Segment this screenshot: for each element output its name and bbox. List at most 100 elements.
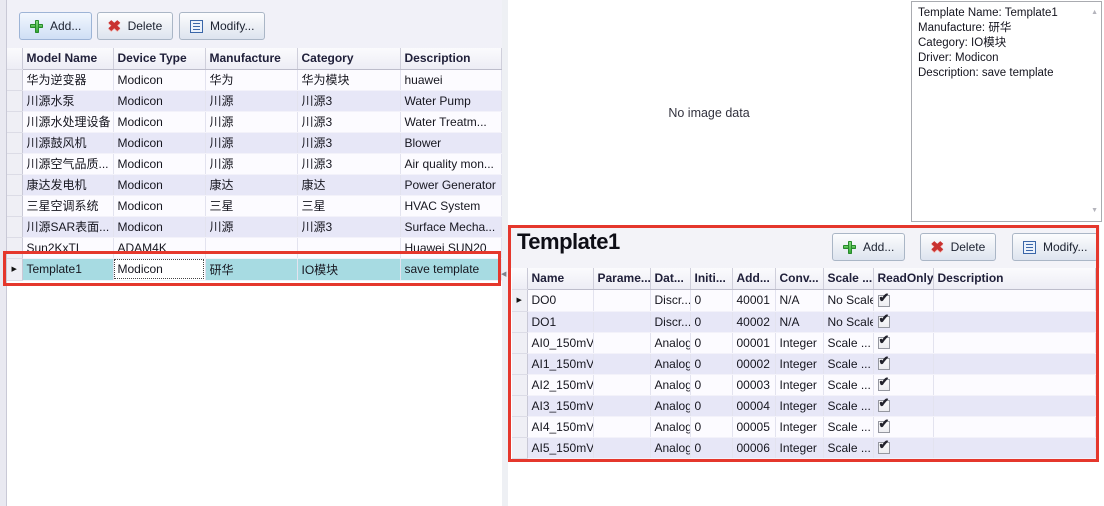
table-cell[interactable]: 川源水处理设备 — [22, 111, 113, 132]
table-row[interactable]: ▶Template1Modicon研华IO模块save template — [7, 258, 501, 280]
table-cell[interactable]: 0 — [690, 289, 732, 311]
table-row[interactable]: Sun2KxTLADAM4KHuawei SUN20 — [7, 237, 501, 258]
row-header-cell[interactable] — [7, 174, 22, 195]
table-cell[interactable]: Scale ... — [823, 416, 873, 437]
row-header-cell[interactable] — [512, 374, 527, 395]
table-cell[interactable] — [933, 311, 1095, 332]
table-cell[interactable]: Modicon — [113, 69, 205, 90]
row-header-cell[interactable] — [512, 353, 527, 374]
table-row[interactable]: AI0_150mVAnalog000001IntegerScale ...✔ — [512, 332, 1095, 353]
table-cell[interactable]: Huawei SUN20 — [400, 237, 501, 258]
table-cell[interactable]: 华为 — [205, 69, 297, 90]
table-cell[interactable]: 川源水泵 — [22, 90, 113, 111]
readonly-checkbox[interactable]: ✔ — [878, 358, 890, 370]
table-row[interactable]: 三星空调系统Modicon三星三星HVAC System — [7, 195, 501, 216]
column-header[interactable]: Device Type — [113, 48, 205, 69]
table-cell[interactable]: Modicon — [113, 174, 205, 195]
table-cell[interactable]: 川源 — [205, 90, 297, 111]
table-cell[interactable]: Scale ... — [823, 437, 873, 458]
column-header[interactable]: Conv... — [775, 268, 823, 289]
table-row[interactable]: 华为逆变器Modicon华为华为模块huawei — [7, 69, 501, 90]
table-cell[interactable] — [593, 332, 650, 353]
add-button[interactable]: Add... — [19, 12, 92, 40]
table-cell[interactable]: AI1_150mV — [527, 353, 593, 374]
table-cell[interactable]: 0 — [690, 416, 732, 437]
table-cell[interactable] — [593, 353, 650, 374]
table-cell[interactable]: Modicon — [113, 90, 205, 111]
table-cell[interactable]: 00004 — [732, 395, 775, 416]
table-cell[interactable]: Water Treatm... — [400, 111, 501, 132]
table-cell[interactable]: 00003 — [732, 374, 775, 395]
table-cell[interactable]: 康达 — [205, 174, 297, 195]
table-cell[interactable] — [933, 416, 1095, 437]
table-row[interactable]: AI2_150mVAnalog000003IntegerScale ...✔ — [512, 374, 1095, 395]
table-cell[interactable] — [933, 437, 1095, 458]
table-cell[interactable]: Analog — [650, 437, 690, 458]
row-header-cell[interactable] — [512, 437, 527, 458]
table-cell[interactable]: ✔ — [873, 437, 933, 458]
table-cell[interactable] — [933, 395, 1095, 416]
table-cell[interactable]: DO0 — [527, 289, 593, 311]
readonly-checkbox[interactable]: ✔ — [878, 442, 890, 454]
table-cell[interactable]: Air quality mon... — [400, 153, 501, 174]
table-cell[interactable]: No Scale — [823, 311, 873, 332]
template-modify-button[interactable]: Modify... — [1012, 233, 1098, 261]
table-cell[interactable]: 00005 — [732, 416, 775, 437]
row-header-cell[interactable] — [7, 132, 22, 153]
table-cell[interactable]: 三星空调系统 — [22, 195, 113, 216]
table-cell[interactable]: Integer — [775, 416, 823, 437]
table-cell[interactable]: Modicon — [113, 195, 205, 216]
device-model-table[interactable]: Model NameDevice TypeManufactureCategory… — [7, 48, 502, 281]
table-cell[interactable]: Modicon — [113, 216, 205, 237]
table-cell[interactable]: Integer — [775, 437, 823, 458]
table-cell[interactable]: Discr... — [650, 289, 690, 311]
table-row[interactable]: 川源水泵Modicon川源川源3Water Pump — [7, 90, 501, 111]
table-cell[interactable]: Analog — [650, 374, 690, 395]
column-header[interactable]: Name — [527, 268, 593, 289]
table-cell[interactable]: Modicon — [113, 153, 205, 174]
table-cell[interactable]: Integer — [775, 395, 823, 416]
modify-button[interactable]: Modify... — [179, 12, 265, 40]
row-header-cell[interactable] — [7, 90, 22, 111]
table-cell[interactable]: 康达发电机 — [22, 174, 113, 195]
table-row[interactable]: 康达发电机Modicon康达康达Power Generator — [7, 174, 501, 195]
table-cell[interactable]: 00001 — [732, 332, 775, 353]
table-cell[interactable]: N/A — [775, 311, 823, 332]
table-cell[interactable] — [205, 237, 297, 258]
table-cell[interactable]: DO1 — [527, 311, 593, 332]
table-cell[interactable]: ✔ — [873, 289, 933, 311]
table-cell[interactable]: 华为模块 — [297, 69, 400, 90]
table-cell[interactable]: 40001 — [732, 289, 775, 311]
table-row[interactable]: DO1Discr...040002N/ANo Scale✔ — [512, 311, 1095, 332]
template-add-button[interactable]: Add... — [832, 233, 905, 261]
column-header[interactable]: Dat... — [650, 268, 690, 289]
row-header-cell[interactable]: ▶ — [7, 258, 22, 280]
readonly-checkbox[interactable]: ✔ — [878, 295, 890, 307]
table-cell[interactable]: 三星 — [297, 195, 400, 216]
table-cell[interactable] — [933, 289, 1095, 311]
delete-button[interactable]: ✖ Delete — [97, 12, 173, 40]
table-cell[interactable]: Analog — [650, 395, 690, 416]
row-header-cell[interactable] — [512, 395, 527, 416]
column-header[interactable]: Parame... — [593, 268, 650, 289]
table-cell[interactable]: ✔ — [873, 311, 933, 332]
table-row[interactable]: AI1_150mVAnalog000002IntegerScale ...✔ — [512, 353, 1095, 374]
table-cell[interactable] — [933, 374, 1095, 395]
table-cell[interactable]: Modicon — [113, 111, 205, 132]
table-cell[interactable]: Integer — [775, 374, 823, 395]
table-cell[interactable]: 川源3 — [297, 216, 400, 237]
table-cell[interactable]: 川源3 — [297, 132, 400, 153]
table-cell[interactable] — [593, 437, 650, 458]
table-cell[interactable] — [933, 332, 1095, 353]
table-cell[interactable] — [593, 374, 650, 395]
table-cell[interactable]: 川源3 — [297, 90, 400, 111]
table-cell[interactable]: 0 — [690, 311, 732, 332]
table-cell[interactable]: huawei — [400, 69, 501, 90]
row-header-cell[interactable] — [7, 111, 22, 132]
table-cell[interactable] — [297, 237, 400, 258]
table-cell[interactable]: HVAC System — [400, 195, 501, 216]
table-cell[interactable]: 40002 — [732, 311, 775, 332]
readonly-checkbox[interactable]: ✔ — [878, 379, 890, 391]
table-cell[interactable]: AI5_150mV — [527, 437, 593, 458]
column-header[interactable]: Initi... — [690, 268, 732, 289]
